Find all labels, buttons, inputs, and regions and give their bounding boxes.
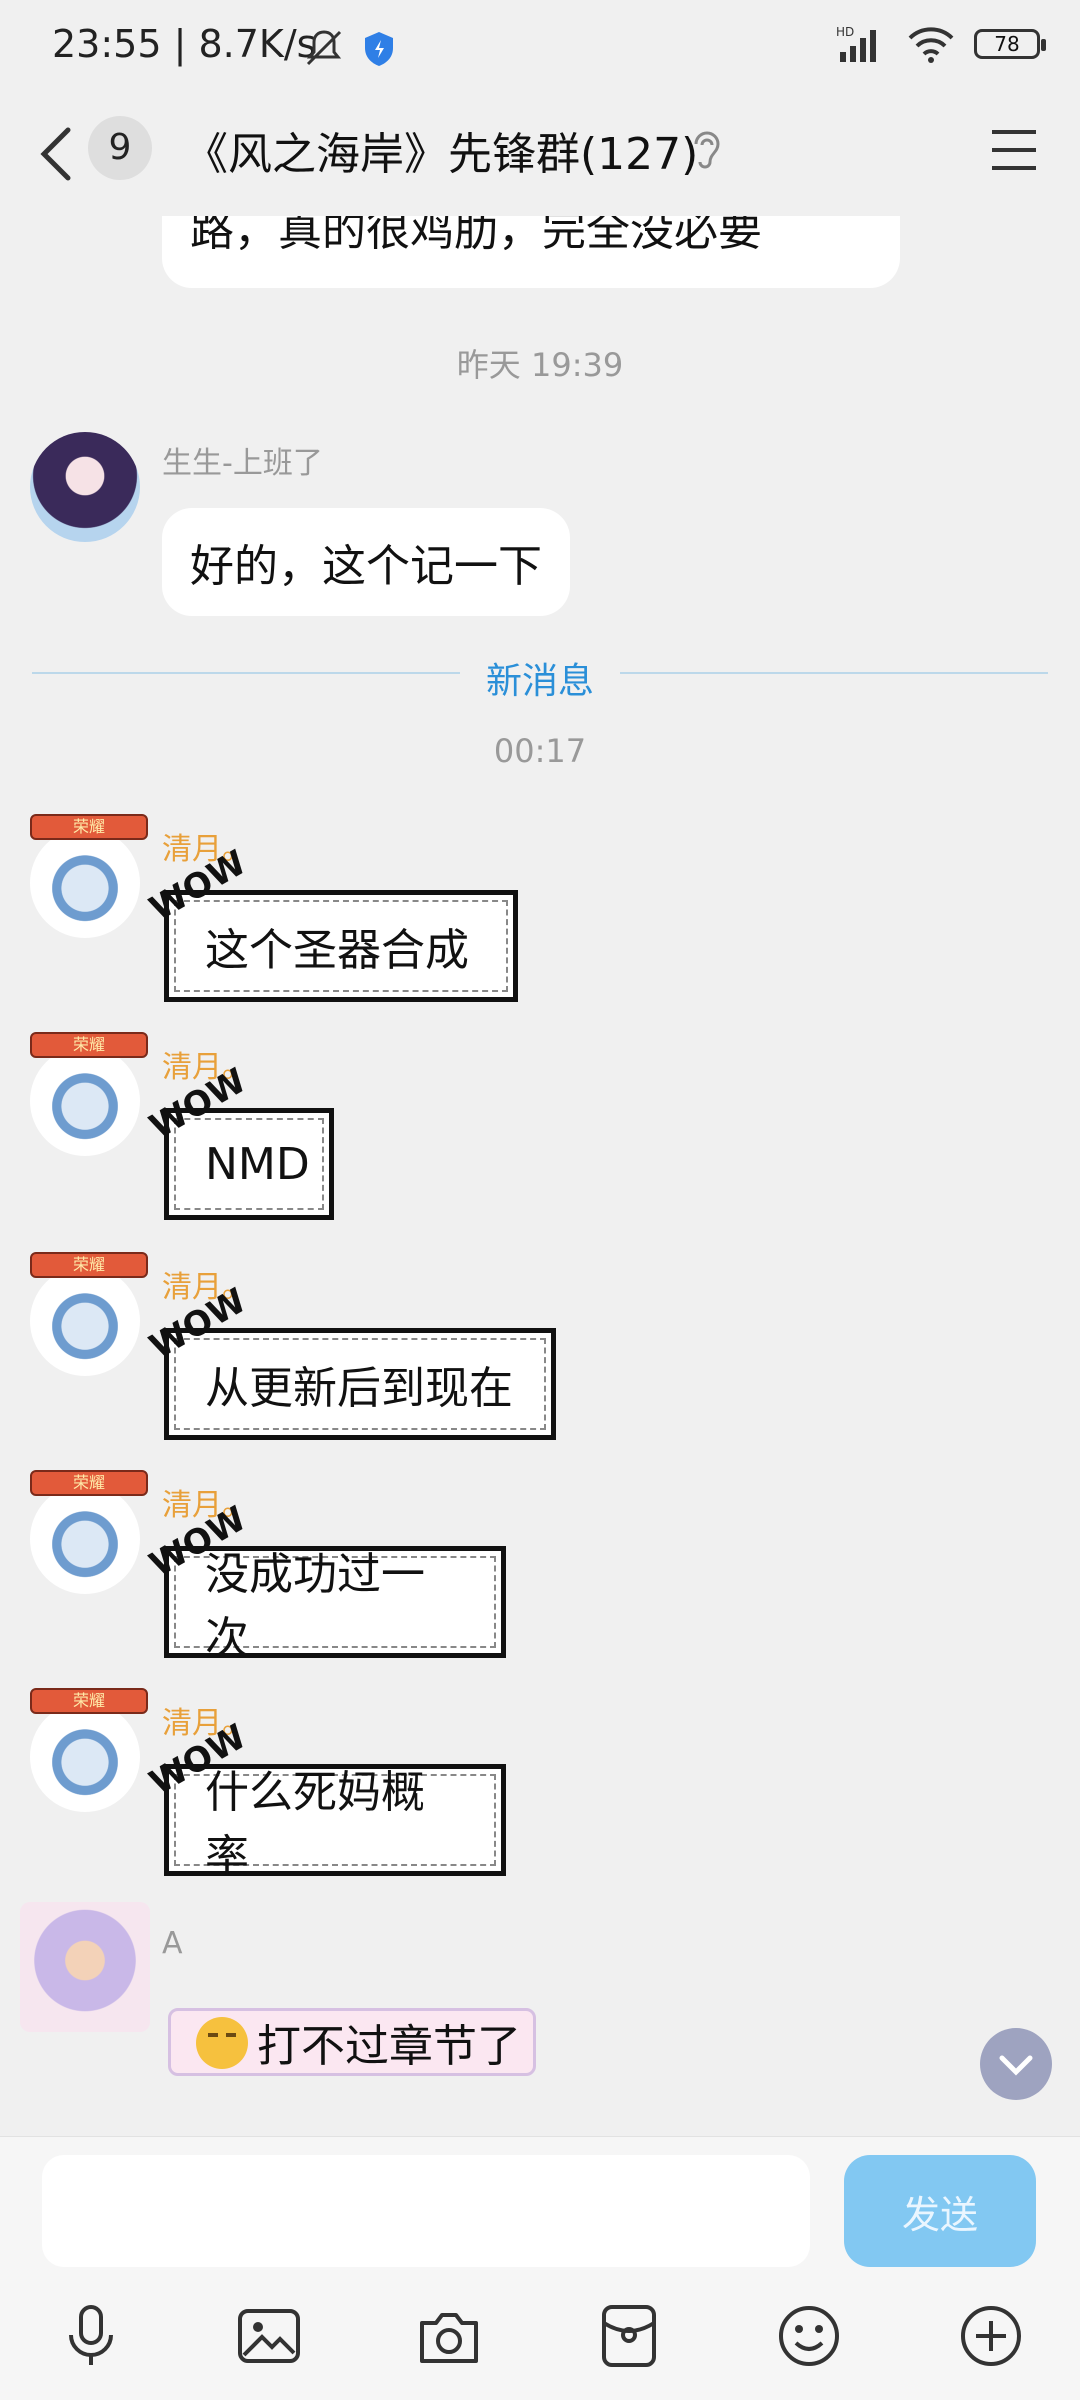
- message-text: 什么死妈概率: [205, 1767, 425, 1882]
- shield-icon: [365, 32, 393, 66]
- ear-icon[interactable]: [690, 126, 724, 176]
- send-button[interactable]: 发送: [844, 2155, 1036, 2267]
- avatar-badge: 荣耀: [30, 1470, 148, 1496]
- message-bubble[interactable]: 没成功过一次 WOW: [143, 1499, 506, 1664]
- message-bubble[interactable]: 好的，这个记一下: [162, 508, 570, 616]
- divider-line: [620, 672, 1048, 674]
- message-bubble[interactable]: 这个圣器合成 WOW: [143, 843, 518, 1002]
- avatar[interactable]: [30, 1702, 140, 1812]
- new-messages-divider: 新消息: [0, 656, 1080, 702]
- camera-icon[interactable]: [414, 2301, 484, 2371]
- group-title[interactable]: 《风之海岸》先锋群(127): [184, 118, 698, 182]
- message-text: NMD: [205, 1138, 310, 1190]
- emoji-icon: [196, 2017, 248, 2069]
- mute-icon: [306, 30, 342, 66]
- menu-icon[interactable]: [986, 122, 1042, 178]
- avatar[interactable]: [30, 828, 140, 938]
- avatar[interactable]: [30, 432, 140, 542]
- svg-text:HD: HD: [836, 25, 854, 39]
- status-bar: 23:55 | 8.7K/s HD 78: [0, 0, 1080, 96]
- chat-header: 9 《风之海岸》先锋群(127): [0, 96, 1080, 216]
- message-text: 打不过章节了: [257, 2021, 521, 2072]
- status-time: 23:55 | 8.7K/s: [52, 22, 317, 66]
- avatar-badge: 荣耀: [30, 1032, 148, 1058]
- comic-bubble-frame: 没成功过一次: [164, 1546, 506, 1664]
- comic-bubble-frame: 这个圣器合成: [164, 890, 518, 1002]
- red-packet-icon[interactable]: [594, 2301, 664, 2371]
- message-text: 好的，这个记一下: [190, 541, 542, 592]
- timestamp: 昨天 19:39: [456, 346, 624, 384]
- signal-icon: HD: [836, 25, 876, 62]
- avatar-badge: 荣耀: [30, 1688, 148, 1714]
- message-bubble[interactable]: 什么死妈概率 WOW: [143, 1717, 506, 1882]
- avatar[interactable]: [30, 1484, 140, 1594]
- message-text: 从更新后到现在: [205, 1363, 513, 1414]
- message-text: 这个圣器合成: [205, 925, 469, 976]
- avatar[interactable]: [30, 1046, 140, 1156]
- battery-indicator: 78: [974, 29, 1046, 59]
- emoji-icon[interactable]: [774, 2301, 844, 2371]
- timestamp: 00:17: [493, 732, 587, 770]
- scroll-down-button[interactable]: [980, 2028, 1052, 2100]
- avatar-badge: 荣耀: [30, 814, 148, 840]
- avatar[interactable]: [20, 1902, 150, 2032]
- status-right: HD 78: [836, 24, 1046, 64]
- message-input[interactable]: [42, 2155, 810, 2267]
- image-icon[interactable]: [234, 2301, 304, 2371]
- new-messages-label: 新消息: [485, 661, 594, 702]
- input-bar: 发送: [0, 2136, 1080, 2400]
- back-arrow-icon[interactable]: [36, 124, 76, 184]
- avatar[interactable]: [30, 1266, 140, 1376]
- toolbar: [0, 2295, 1080, 2395]
- sender-name[interactable]: 生生-上班了: [162, 438, 323, 482]
- message-bubble[interactable]: NMD WOW: [143, 1061, 334, 1220]
- chevron-down-icon: [999, 2055, 1033, 2076]
- comic-bubble-frame: 从更新后到现在: [164, 1328, 556, 1440]
- add-icon[interactable]: [956, 2301, 1026, 2371]
- comic-bubble-frame: 什么死妈概率: [164, 1764, 506, 1882]
- unread-count-badge[interactable]: 9: [88, 116, 152, 180]
- avatar-badge: 荣耀: [30, 1252, 148, 1278]
- wifi-icon: [908, 27, 954, 63]
- microphone-icon[interactable]: [56, 2301, 126, 2371]
- message-text: 没成功过一次: [205, 1549, 425, 1664]
- message-bubble[interactable]: 从更新后到现在 WOW: [143, 1281, 556, 1440]
- sender-name[interactable]: A: [162, 1926, 183, 1961]
